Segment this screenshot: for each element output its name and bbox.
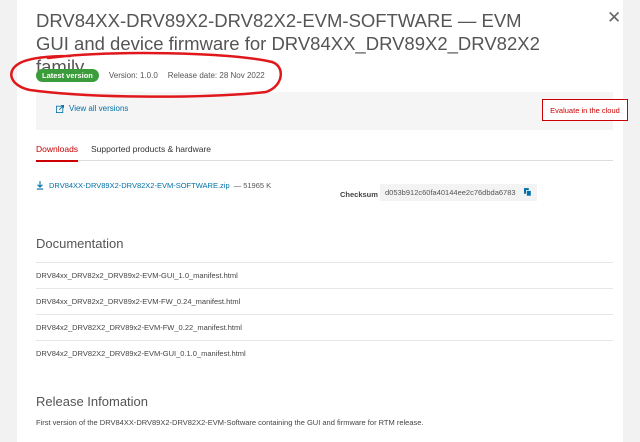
release-info-title: Release Infomation — [36, 394, 149, 409]
close-icon[interactable]: ✕ — [607, 8, 621, 28]
software-page: DRV84XX-DRV89X2-DRV82X2-EVM-SOFTWARE — E… — [17, 0, 628, 442]
documentation-link[interactable]: DRV84xx_DRV82x2_DRV89x2-EVM-FW_0.24_mani… — [36, 297, 240, 306]
documentation-link[interactable]: DRV84xx_DRV82x2_DRV89x2-EVM-GUI_1.0_mani… — [36, 271, 238, 280]
tab-bar: Downloads Supported products & hardware — [36, 142, 613, 162]
checksum-box: d053b912c60fa40144ee2c76dbda6783 — [380, 184, 537, 201]
documentation-link[interactable]: DRV84x2_DRV82X2_DRV89x2-EVM-GUI_0.1.0_ma… — [36, 349, 246, 358]
version-label: Version: 1.0.0 — [108, 70, 158, 80]
external-link-icon — [56, 104, 64, 113]
download-file-link[interactable]: DRV84XX-DRV89X2-DRV82X2-EVM-SOFTWARE.zip — [49, 181, 230, 190]
view-all-versions-label: View all versions — [69, 104, 129, 113]
documentation-title: Documentation — [36, 236, 124, 251]
version-actions-bar: View all versions Evaluate in the cloud — [36, 92, 628, 130]
latest-version-badge: Latest version — [36, 68, 99, 82]
view-all-versions-link[interactable]: View all versions — [56, 104, 128, 113]
checksum-value: d053b912c60fa40144ee2c76dbda6783 — [385, 188, 516, 197]
list-item: DRV84xx_DRV82x2_DRV89x2-EVM-GUI_1.0_mani… — [36, 262, 613, 289]
checksum-label: Checksum — [340, 190, 378, 199]
file-size: — 51965 K — [233, 181, 272, 190]
download-icon — [36, 181, 44, 190]
release-info-text: First version of the DRV84XX-DRV89X2-DRV… — [36, 418, 424, 427]
download-item: DRV84XX-DRV89X2-DRV82X2-EVM-SOFTWARE.zip… — [36, 181, 271, 190]
release-date-label: Release date: 28 Nov 2022 — [167, 70, 265, 80]
list-item: DRV84xx_DRV82x2_DRV89x2-EVM-FW_0.24_mani… — [36, 288, 613, 315]
tab-supported-products[interactable]: Supported products & hardware — [91, 144, 211, 160]
evaluate-in-cloud-button[interactable]: Evaluate in the cloud — [542, 99, 628, 121]
list-item: DRV84x2_DRV82X2_DRV89x2-EVM-GUI_0.1.0_ma… — [36, 340, 613, 367]
tab-downloads[interactable]: Downloads — [36, 144, 79, 162]
list-item: DRV84x2_DRV82X2_DRV89x2-EVM-FW_0.22_mani… — [36, 314, 613, 341]
documentation-link[interactable]: DRV84x2_DRV82X2_DRV89x2-EVM-FW_0.22_mani… — [36, 323, 242, 332]
copy-icon[interactable] — [523, 188, 532, 197]
version-info: Latest version Version: 1.0.0 Release da… — [36, 68, 265, 82]
